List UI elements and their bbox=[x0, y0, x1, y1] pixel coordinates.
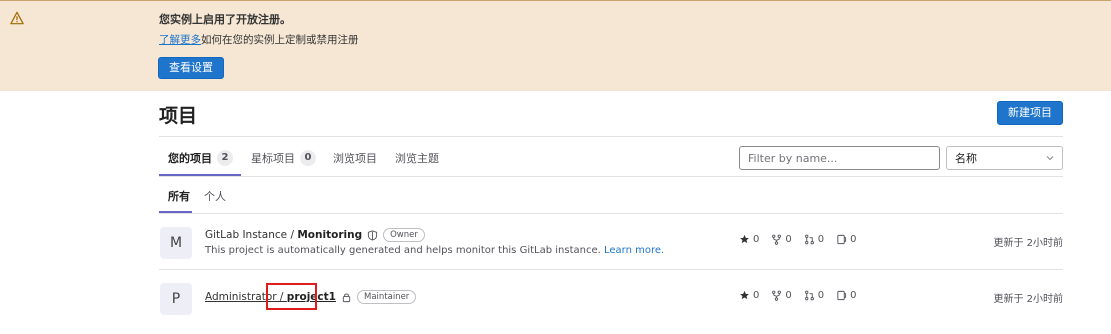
issues-icon bbox=[837, 234, 847, 245]
page-title: 项目 bbox=[159, 105, 198, 127]
issues-count: 0 bbox=[850, 234, 857, 245]
updated-time: 更新于 2小时前 bbox=[993, 294, 1063, 305]
project-avatar[interactable]: M bbox=[160, 227, 192, 259]
view-settings-button[interactable]: 查看设置 bbox=[158, 57, 224, 79]
alert-title: 您实例上启用了开放注册。 bbox=[159, 13, 291, 26]
stars-count: 0 bbox=[753, 290, 760, 301]
tab-label: 您的项目 bbox=[168, 152, 212, 165]
filter-by-name-input[interactable] bbox=[739, 146, 940, 170]
tab-label: 星标项目 bbox=[251, 152, 295, 165]
highlight-box bbox=[266, 283, 317, 310]
merge-requests-stat[interactable]: 0 bbox=[804, 234, 824, 245]
project-row: M GitLab Instance / Monitoring Owner Thi… bbox=[159, 214, 1063, 270]
forks-count: 0 bbox=[785, 234, 792, 245]
new-project-button[interactable]: 新建项目 bbox=[997, 101, 1063, 125]
stars-count: 0 bbox=[753, 234, 760, 245]
fork-icon bbox=[772, 234, 782, 245]
fork-icon bbox=[772, 290, 782, 301]
count-badge: 0 bbox=[300, 150, 316, 166]
role-badge: Owner bbox=[383, 228, 425, 242]
tab-explore-projects[interactable]: 浏览项目 bbox=[333, 150, 377, 166]
merge-requests-stat[interactable]: 0 bbox=[804, 290, 824, 301]
project-title: GitLab Instance / Monitoring Owner bbox=[205, 228, 425, 242]
alert-body: 了解更多如何在您的实例上定制或禁用注册 bbox=[159, 32, 359, 47]
stars-stat[interactable]: 0 bbox=[739, 290, 759, 301]
star-icon bbox=[740, 234, 749, 244]
description-text: This project is automatically generated … bbox=[205, 245, 601, 256]
tab-starred-projects[interactable]: 星标项目 0 bbox=[251, 150, 316, 166]
merge-requests-count: 0 bbox=[817, 290, 825, 301]
issues-stat[interactable]: 0 bbox=[836, 290, 857, 301]
stars-stat[interactable]: 0 bbox=[739, 234, 759, 245]
merge-request-icon bbox=[804, 290, 814, 301]
divider bbox=[159, 176, 1063, 177]
tab-label: 浏览主题 bbox=[395, 152, 439, 165]
project-namespace: GitLab Instance / bbox=[205, 229, 298, 241]
subtab-personal[interactable]: 个人 bbox=[204, 188, 226, 204]
project-avatar[interactable]: P bbox=[160, 283, 192, 315]
issues-icon bbox=[837, 290, 847, 301]
issues-stat[interactable]: 0 bbox=[836, 234, 857, 245]
merge-request-icon bbox=[804, 234, 814, 245]
forks-stat[interactable]: 0 bbox=[771, 234, 792, 245]
role-badge: Maintainer bbox=[356, 290, 417, 304]
warning-icon bbox=[10, 11, 24, 25]
subtab-all[interactable]: 所有 bbox=[168, 188, 190, 204]
sort-selected: 名称 bbox=[955, 152, 977, 165]
divider bbox=[159, 136, 1063, 137]
registration-alert: 您实例上启用了开放注册。 了解更多如何在您的实例上定制或禁用注册 查看设置 bbox=[0, 0, 1111, 91]
learn-more-link[interactable]: 了解更多 bbox=[159, 34, 201, 46]
chevron-down-icon bbox=[1046, 156, 1054, 161]
tab-your-projects[interactable]: 您的项目 2 bbox=[168, 150, 233, 166]
count-badge: 2 bbox=[217, 150, 233, 166]
forks-stat[interactable]: 0 bbox=[771, 290, 792, 301]
forks-count: 0 bbox=[785, 290, 792, 301]
project-stats: 0 0 0 0 bbox=[739, 234, 857, 245]
alert-body-text: 如何在您的实例上定制或禁用注册 bbox=[201, 34, 359, 46]
project-name: Monitoring bbox=[297, 229, 363, 241]
project-description: This project is automatically generated … bbox=[205, 245, 664, 256]
project-link[interactable]: GitLab Instance / Monitoring bbox=[205, 229, 362, 241]
tab-label: 浏览项目 bbox=[333, 152, 377, 165]
merge-requests-count: 0 bbox=[817, 234, 825, 245]
updated-time: 更新于 2小时前 bbox=[993, 238, 1063, 249]
shield-icon bbox=[368, 229, 378, 241]
project-stats: 0 0 0 0 bbox=[739, 290, 857, 301]
learn-more-link[interactable]: Learn more. bbox=[604, 245, 664, 256]
lock-icon bbox=[342, 293, 351, 302]
sort-dropdown[interactable]: 名称 bbox=[946, 146, 1063, 170]
tab-explore-topics[interactable]: 浏览主题 bbox=[395, 150, 439, 166]
issues-count: 0 bbox=[850, 290, 857, 301]
star-icon bbox=[740, 290, 749, 300]
